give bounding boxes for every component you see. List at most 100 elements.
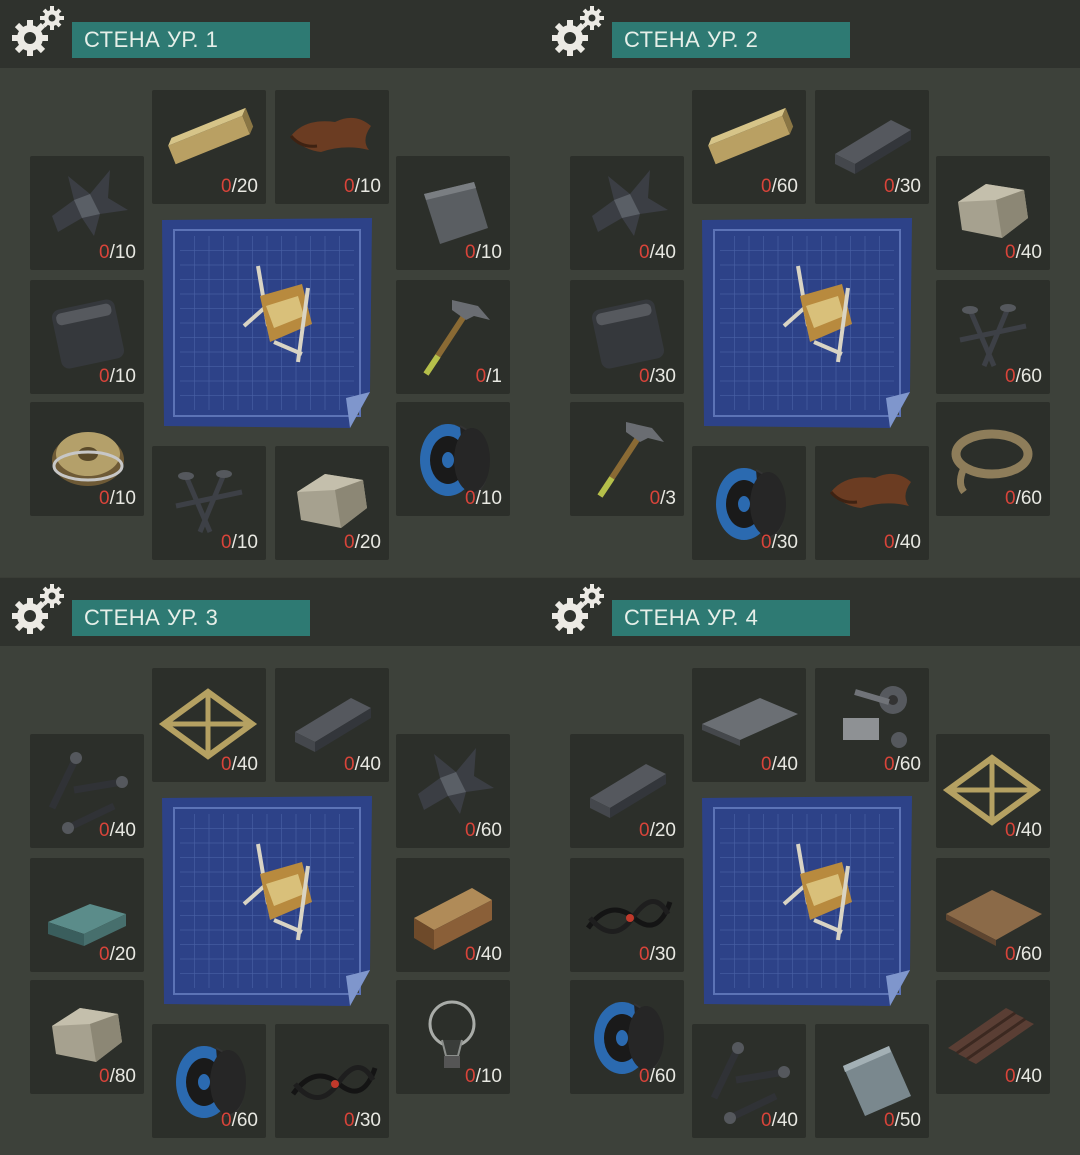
ingredient-slot[interactable]: 0/10 — [30, 280, 144, 394]
ingredient-count: 0/30 — [344, 1110, 381, 1132]
need-count: /3 — [660, 488, 676, 509]
ingredient-slot[interactable]: 0/50 — [815, 1024, 929, 1138]
blueprint[interactable] — [700, 216, 914, 430]
need-count: /10 — [475, 1066, 502, 1087]
need-count: /60 — [1015, 944, 1042, 965]
ingredient-slot[interactable]: 0/40 — [692, 1024, 806, 1138]
gear-icon[interactable] — [6, 582, 66, 638]
ingredient-slot[interactable]: 0/60 — [936, 402, 1050, 516]
ingredient-slot[interactable]: 0/30 — [570, 280, 684, 394]
have-count: 0 — [761, 1110, 772, 1131]
ingredient-slot[interactable]: 0/10 — [275, 90, 389, 204]
panel-header: СТЕНА УР. 2 — [540, 0, 1080, 68]
ingredient-slot[interactable]: 0/60 — [692, 90, 806, 204]
have-count: 0 — [884, 176, 895, 197]
recipe-title: СТЕНА УР. 3 — [72, 600, 310, 636]
need-count: /50 — [894, 1110, 921, 1131]
ingredient-slot[interactable]: 0/60 — [815, 668, 929, 782]
ingredient-slot[interactable]: 0/3 — [570, 402, 684, 516]
ingredient-slot[interactable]: 0/40 — [936, 734, 1050, 848]
need-count: /10 — [354, 176, 381, 197]
need-count: /80 — [109, 1066, 136, 1087]
need-count: /10 — [231, 532, 258, 553]
ingredient-count: 0/10 — [99, 366, 136, 388]
ingredient-slot[interactable]: 0/10 — [30, 156, 144, 270]
ingredient-count: 0/60 — [761, 176, 798, 198]
ingredient-count: 0/60 — [639, 1066, 676, 1088]
have-count: 0 — [1005, 488, 1016, 509]
recipe-title: СТЕНА УР. 2 — [612, 22, 850, 58]
have-count: 0 — [475, 366, 487, 387]
ingredient-count: 0/40 — [761, 1110, 798, 1132]
blueprint[interactable] — [160, 794, 374, 1008]
ingredient-slot[interactable]: 0/40 — [815, 446, 929, 560]
ingredient-slot[interactable]: 0/40 — [936, 156, 1050, 270]
ingredient-count: 0/10 — [465, 488, 502, 510]
ingredient-slot[interactable]: 0/30 — [570, 858, 684, 972]
ingredient-slot[interactable]: 0/1 — [396, 280, 510, 394]
ingredient-slot[interactable]: 0/20 — [570, 734, 684, 848]
have-count: 0 — [1005, 820, 1016, 841]
have-count: 0 — [884, 754, 895, 775]
have-count: 0 — [761, 754, 772, 775]
ingredient-count: 0/40 — [465, 944, 502, 966]
ingredient-count: 0/40 — [884, 532, 921, 554]
need-count: /60 — [771, 176, 798, 197]
have-count: 0 — [884, 1110, 895, 1131]
blueprint-icon — [702, 796, 912, 1006]
need-count: /20 — [109, 944, 136, 965]
ingredient-slot[interactable]: 0/40 — [570, 156, 684, 270]
ingredient-slot[interactable]: 0/10 — [152, 446, 266, 560]
panel-header: СТЕНА УР. 3 — [0, 578, 540, 646]
ingredient-slot[interactable]: 0/10 — [30, 402, 144, 516]
ingredient-slot[interactable]: 0/30 — [275, 1024, 389, 1138]
gear-icon[interactable] — [546, 4, 606, 60]
ingredient-slot[interactable]: 0/40 — [152, 668, 266, 782]
ingredient-slot[interactable]: 0/20 — [275, 446, 389, 560]
gear-icon[interactable] — [546, 582, 606, 638]
need-count: /40 — [475, 944, 502, 965]
have-count: 0 — [344, 1110, 355, 1131]
have-count: 0 — [99, 944, 110, 965]
have-count: 0 — [465, 820, 476, 841]
ingredient-slot[interactable]: 0/20 — [30, 858, 144, 972]
ingredient-slot[interactable]: 0/40 — [30, 734, 144, 848]
ingredient-count: 0/40 — [99, 820, 136, 842]
ingredient-slot[interactable]: 0/10 — [396, 402, 510, 516]
ingredient-count: 0/10 — [99, 242, 136, 264]
ingredient-count: 0/3 — [650, 488, 676, 510]
have-count: 0 — [649, 488, 661, 509]
ingredient-slot[interactable]: 0/60 — [396, 734, 510, 848]
ingredient-slot[interactable]: 0/60 — [936, 280, 1050, 394]
ingredient-slot[interactable]: 0/40 — [275, 668, 389, 782]
blueprint[interactable] — [160, 216, 374, 430]
ingredient-slot[interactable]: 0/60 — [570, 980, 684, 1094]
blueprint-icon — [162, 218, 372, 428]
have-count: 0 — [344, 532, 355, 553]
need-count: /30 — [649, 944, 676, 965]
have-count: 0 — [221, 176, 232, 197]
ingredient-slot[interactable]: 0/10 — [396, 156, 510, 270]
ingredient-slot[interactable]: 0/40 — [396, 858, 510, 972]
ingredient-slot[interactable]: 0/30 — [815, 90, 929, 204]
ingredient-slot[interactable]: 0/40 — [692, 668, 806, 782]
blueprint[interactable] — [700, 794, 914, 1008]
need-count: /20 — [231, 176, 258, 197]
ingredient-slot[interactable]: 0/80 — [30, 980, 144, 1094]
need-count: /40 — [1015, 820, 1042, 841]
need-count: /40 — [109, 820, 136, 841]
have-count: 0 — [465, 1066, 476, 1087]
ingredient-count: 0/40 — [1005, 820, 1042, 842]
have-count: 0 — [99, 820, 110, 841]
ingredient-slot[interactable]: 0/20 — [152, 90, 266, 204]
have-count: 0 — [465, 488, 476, 509]
have-count: 0 — [1005, 944, 1016, 965]
have-count: 0 — [1005, 1066, 1016, 1087]
ingredient-slot[interactable]: 0/60 — [152, 1024, 266, 1138]
ingredient-slot[interactable]: 0/10 — [396, 980, 510, 1094]
gear-icon[interactable] — [6, 4, 66, 60]
ingredient-slot[interactable]: 0/40 — [936, 980, 1050, 1094]
ingredient-slot[interactable]: 0/30 — [692, 446, 806, 560]
ingredient-slot[interactable]: 0/60 — [936, 858, 1050, 972]
recipe-panel: СТЕНА УР. 3 0/40 0/40 0/40 0/60 0/20 0/4… — [0, 578, 540, 1155]
